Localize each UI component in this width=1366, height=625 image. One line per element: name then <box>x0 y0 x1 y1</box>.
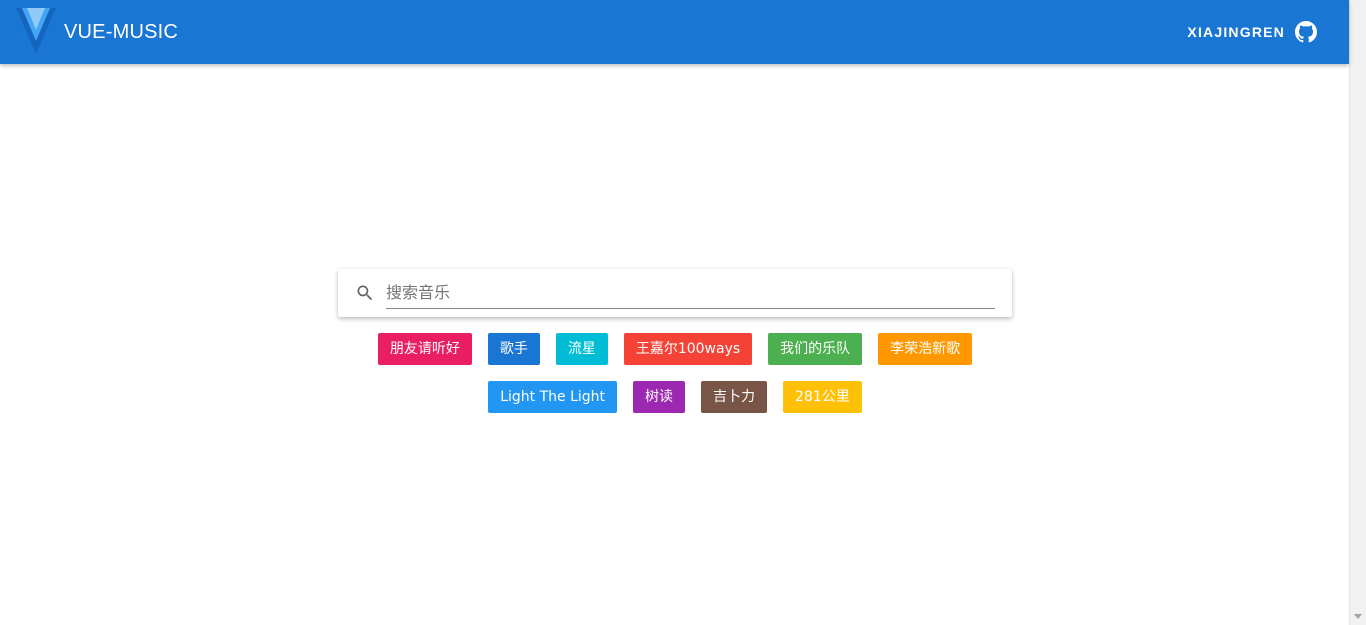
search-tag-chip[interactable]: 李荣浩新歌 <box>878 333 973 365</box>
app-title: VUE-MUSIC <box>64 20 179 43</box>
search-icon <box>357 285 373 301</box>
search-tag-chip[interactable]: 281公里 <box>783 381 862 413</box>
top-toolbar: VUE-MUSIC XIAJINGREN <box>0 0 1349 64</box>
vue-logo-icon <box>16 8 56 54</box>
search-tag-chip[interactable]: 我们的乐队 <box>768 333 863 365</box>
search-input[interactable] <box>386 277 995 309</box>
github-user-link[interactable]: XIAJINGREN <box>1187 0 1317 64</box>
user-name: XIAJINGREN <box>1187 24 1285 40</box>
github-icon <box>1295 21 1317 43</box>
search-tag-chip[interactable]: 王嘉尔100ways <box>623 333 753 365</box>
tag-row-2: Light The Light 树读 吉卜力 281公里 <box>338 381 1012 413</box>
tag-row-1: 朋友请听好 歌手 流星 王嘉尔100ways 我们的乐队 李荣浩新歌 <box>338 333 1012 365</box>
search-tag-chip[interactable]: 树读 <box>633 381 686 413</box>
search-tag-chip[interactable]: 歌手 <box>487 333 540 365</box>
search-tag-chip[interactable]: 流星 <box>555 333 608 365</box>
search-card <box>338 269 1012 317</box>
hot-search-tags: 朋友请听好 歌手 流星 王嘉尔100ways 我们的乐队 李荣浩新歌 Light The … <box>338 333 1012 429</box>
search-tag-chip[interactable]: Light The Light <box>488 381 618 413</box>
search-tag-chip[interactable]: 吉卜力 <box>701 381 768 413</box>
vertical-scrollbar[interactable] <box>1349 0 1366 625</box>
app-root: VUE-MUSIC XIAJINGREN 朋友请听好歌手流星王嘉尔100ways… <box>0 0 1366 625</box>
scroll-down-arrow-icon[interactable] <box>1354 614 1362 619</box>
search-tag-chip[interactable]: 朋友请听好 <box>377 333 472 365</box>
brand-link[interactable]: VUE-MUSIC <box>16 8 178 56</box>
